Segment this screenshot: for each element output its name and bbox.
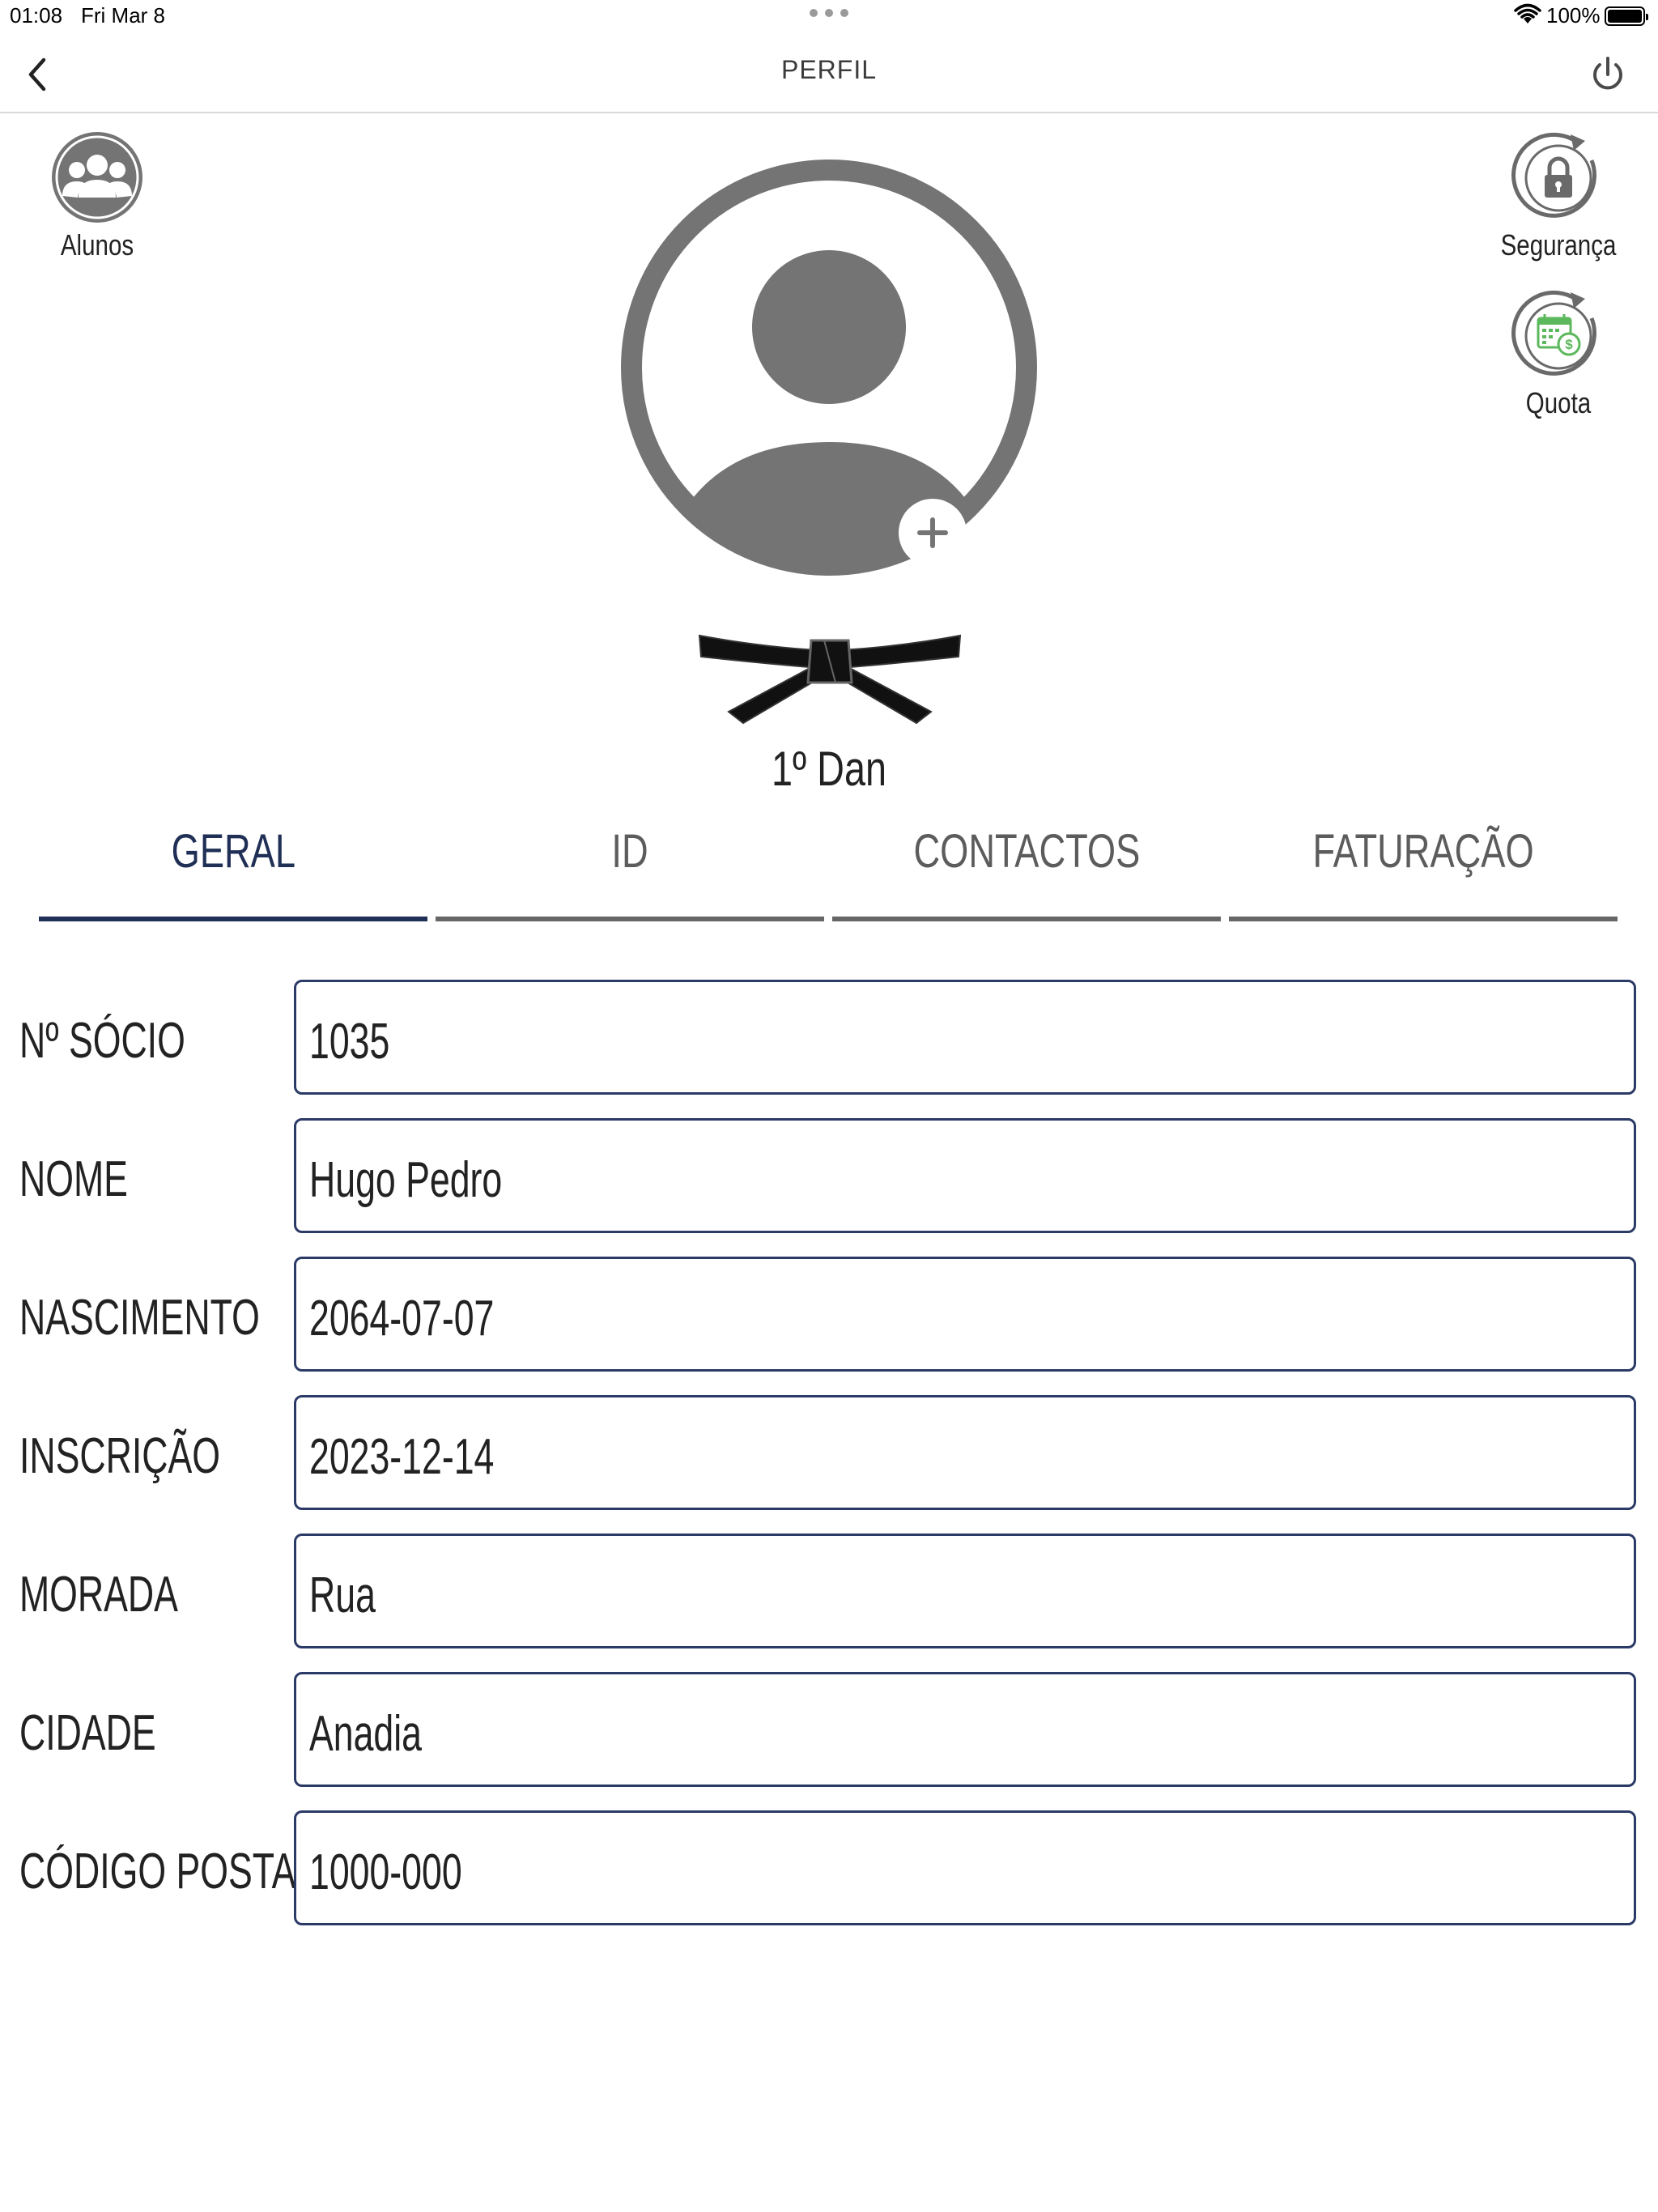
- codigo-postal-field[interactable]: 1000-000: [294, 1810, 1636, 1925]
- form-row-cidade: CIDADE Anadia: [0, 1672, 1658, 1787]
- battery-icon: [1605, 6, 1648, 26]
- tab-contactos[interactable]: CONTACTOS: [832, 818, 1221, 923]
- alunos-button[interactable]: Alunos: [32, 130, 162, 262]
- tab-indicator: [39, 917, 427, 921]
- morada-field[interactable]: Rua: [294, 1534, 1636, 1648]
- cidade-label: CIDADE: [19, 1705, 156, 1761]
- form-row-socio: Nº SÓCIO 1035: [0, 980, 1658, 1095]
- quota-button[interactable]: $ Quota: [1482, 287, 1635, 420]
- inscricao-label: INSCRIÇÃO: [19, 1428, 221, 1484]
- tab-geral[interactable]: GERAL: [39, 818, 427, 923]
- form-row-nome: NOME Hugo Pedro: [0, 1118, 1658, 1233]
- morada-label: MORADA: [19, 1567, 178, 1623]
- tab-indicator: [436, 917, 824, 921]
- battery-percent: 100%: [1546, 3, 1601, 28]
- status-bar: 01:08 Fri Mar 8 100%: [0, 0, 1658, 36]
- nome-value: Hugo Pedro: [309, 1152, 503, 1208]
- nascimento-label: NASCIMENTO: [19, 1290, 260, 1346]
- page-title: PERFIL: [780, 55, 878, 84]
- svg-text:$: $: [1565, 337, 1573, 352]
- inscricao-field[interactable]: 2023-12-14: [294, 1395, 1636, 1510]
- nome-field[interactable]: Hugo Pedro: [294, 1118, 1636, 1233]
- socio-value: 1035: [309, 1014, 390, 1070]
- form-row-inscricao: INSCRIÇÃO 2023-12-14: [0, 1395, 1658, 1510]
- black-belt-icon: [698, 634, 962, 725]
- cidade-value: Anadia: [309, 1706, 423, 1762]
- seguranca-label: Segurança: [1500, 228, 1617, 262]
- tab-indicator: [832, 917, 1221, 921]
- tab-label: CONTACTOS: [913, 825, 1140, 878]
- form-row-codigo-postal: CÓDIGO POSTAL 1000-000: [0, 1810, 1658, 1925]
- inscricao-value: 2023-12-14: [309, 1429, 495, 1485]
- power-icon[interactable]: [1585, 52, 1630, 97]
- plus-icon[interactable]: [897, 497, 968, 568]
- wifi-icon: [1514, 3, 1541, 23]
- group-icon: [52, 132, 142, 223]
- status-time: 01:08: [10, 3, 63, 28]
- lock-refresh-icon: [1511, 132, 1596, 218]
- tab-label: GERAL: [171, 825, 295, 878]
- seguranca-button[interactable]: Segurança: [1482, 130, 1635, 262]
- socio-label: Nº SÓCIO: [19, 1013, 185, 1069]
- socio-field[interactable]: 1035: [294, 980, 1636, 1095]
- morada-value: Rua: [309, 1568, 376, 1623]
- status-date: Fri Mar 8: [81, 3, 165, 28]
- belt-rank: 1º Dan: [772, 742, 886, 796]
- profile-tabs: GERAL ID CONTACTOS FATURAÇÃO: [39, 818, 1619, 923]
- codigo-postal-value: 1000-000: [309, 1844, 462, 1900]
- nascimento-value: 2064-07-07: [309, 1291, 495, 1346]
- form-row-morada: MORADA Rua: [0, 1534, 1658, 1648]
- nav-bar: PERFIL: [0, 36, 1658, 113]
- user-avatar-icon[interactable]: [620, 159, 1038, 576]
- tab-label: FATURAÇÃO: [1312, 825, 1534, 878]
- multitasking-dots-icon[interactable]: [810, 6, 848, 19]
- tab-indicator: [1229, 917, 1618, 921]
- calendar-money-icon: $: [1511, 290, 1596, 376]
- quota-label: Quota: [1525, 386, 1592, 419]
- codigo-postal-label: CÓDIGO POSTAL: [19, 1844, 317, 1899]
- nascimento-field[interactable]: 2064-07-07: [294, 1257, 1636, 1372]
- alunos-label: Alunos: [60, 228, 134, 262]
- tab-id[interactable]: ID: [436, 818, 824, 923]
- cidade-field[interactable]: Anadia: [294, 1672, 1636, 1787]
- tab-label: ID: [611, 825, 648, 878]
- form-row-nascimento: NASCIMENTO 2064-07-07: [0, 1257, 1658, 1372]
- nome-label: NOME: [19, 1151, 128, 1207]
- tab-faturacao[interactable]: FATURAÇÃO: [1229, 818, 1618, 923]
